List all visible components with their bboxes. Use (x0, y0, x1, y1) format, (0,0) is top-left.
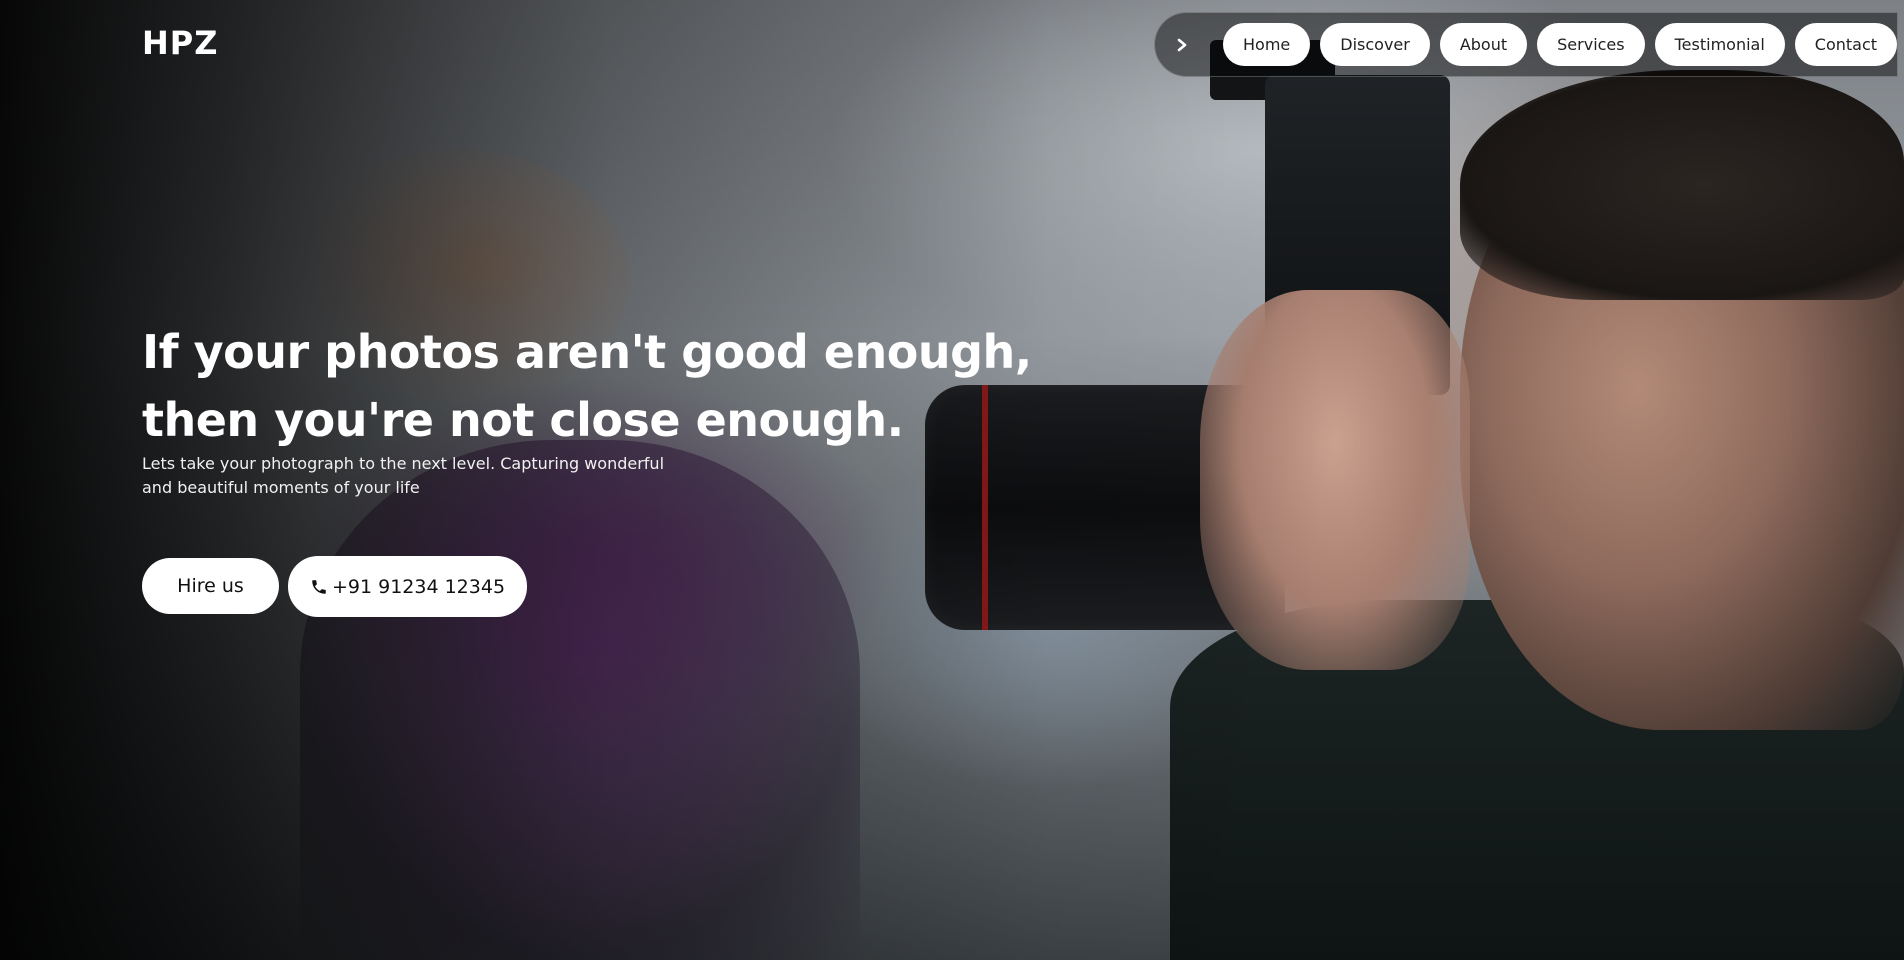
nav-item-about[interactable]: About (1439, 23, 1528, 66)
phone-number-label: +91 91234 12345 (331, 575, 506, 598)
nav-item-contact[interactable]: Contact (1794, 23, 1898, 66)
hero-headline-line-2: then you're not close enough. (142, 393, 904, 447)
nav-item-home[interactable]: Home (1223, 23, 1311, 66)
hero-headline: If your photos aren't good enough, then … (142, 318, 1042, 454)
background-person-left-body (300, 440, 860, 960)
photographer-hair (1460, 70, 1904, 300)
phone-button[interactable]: +91 91234 12345 (288, 556, 527, 617)
nav-item-testimonial[interactable]: Testimonial (1654, 23, 1785, 66)
camera-body (1265, 75, 1450, 395)
chevron-right-icon[interactable] (1169, 32, 1195, 58)
hire-us-button[interactable]: Hire us (142, 558, 279, 614)
hero-subtext: Lets take your photograph to the next le… (142, 454, 665, 497)
photographer-hand (1200, 290, 1470, 670)
photographer-jacket (1170, 600, 1904, 960)
nav-item-services[interactable]: Services (1537, 23, 1645, 66)
hero-headline-line-1: If your photos aren't good enough, (142, 325, 1032, 379)
brand-logo[interactable]: HPZ (142, 24, 218, 62)
nav-item-discover[interactable]: Discover (1320, 23, 1430, 66)
photographer-face (1460, 110, 1904, 730)
main-nav: Home Discover About Services Testimonial… (1154, 12, 1898, 77)
phone-icon (310, 578, 328, 596)
